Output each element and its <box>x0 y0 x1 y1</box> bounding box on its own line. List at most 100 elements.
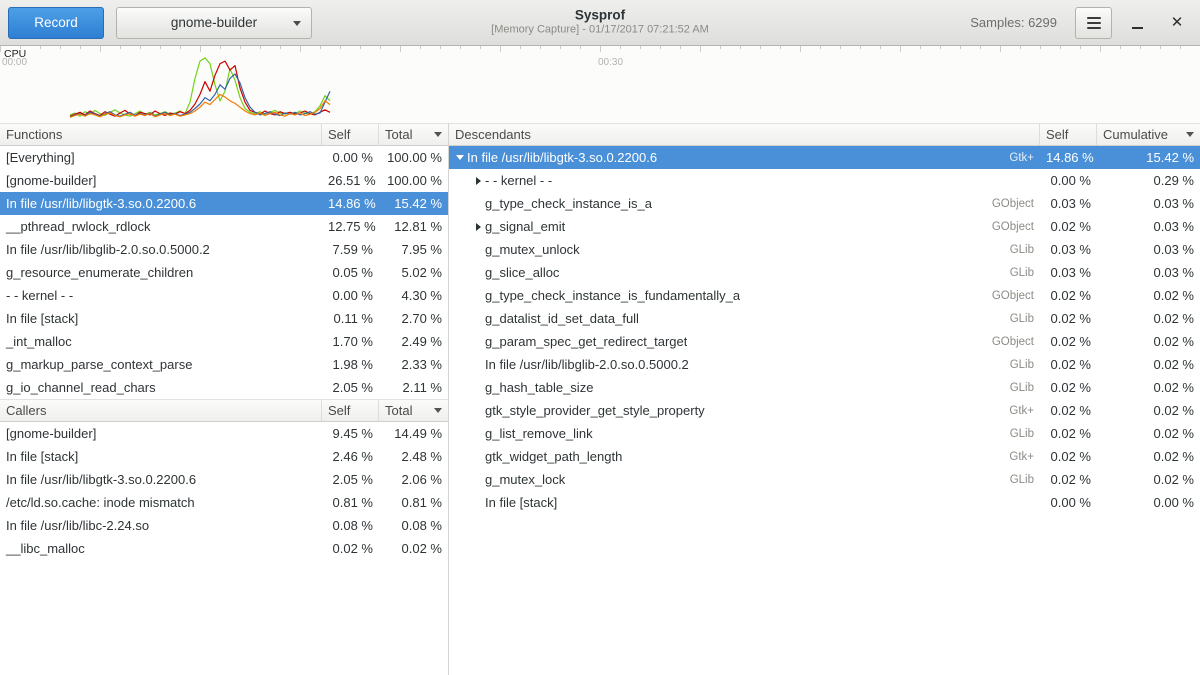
column-header-callers[interactable]: Callers <box>0 400 322 421</box>
table-row[interactable]: g_param_spec_get_redirect_target GObject… <box>449 330 1200 353</box>
expander-icon[interactable] <box>471 174 485 188</box>
total-percent: 2.11 % <box>379 380 448 395</box>
table-row[interactable]: gtk_style_provider_get_style_property Gt… <box>449 399 1200 422</box>
column-header-total-label: Total <box>385 403 412 418</box>
descendant-name-cell: g_mutex_lock GLib <box>449 472 1040 487</box>
self-percent: 0.02 % <box>1040 472 1097 487</box>
table-row[interactable]: g_type_check_instance_is_fundamentally_a… <box>449 284 1200 307</box>
column-header-total[interactable]: Total <box>379 124 448 145</box>
self-percent: 0.11 % <box>322 311 379 326</box>
cumulative-percent: 0.02 % <box>1097 380 1200 395</box>
minimize-icon <box>1132 27 1143 29</box>
column-header-total[interactable]: Total <box>379 400 448 421</box>
table-row[interactable]: g_io_channel_read_chars 2.05 % 2.11 % <box>0 376 448 399</box>
table-row[interactable]: gtk_widget_path_length Gtk+ 0.02 % 0.02 … <box>449 445 1200 468</box>
function-name: In file /usr/lib/libgtk-3.so.0.2200.6 <box>0 472 322 487</box>
table-row[interactable]: [gnome-builder] 9.45 % 14.49 % <box>0 422 448 445</box>
function-name: In file /usr/lib/libglib-2.0.so.0.5000.2 <box>485 357 689 372</box>
column-header-descendants[interactable]: Descendants <box>449 124 1040 145</box>
menu-button[interactable] <box>1075 7 1112 39</box>
total-percent: 2.06 % <box>379 472 448 487</box>
cumulative-percent: 0.02 % <box>1097 311 1200 326</box>
column-header-self[interactable]: Self <box>1040 124 1097 145</box>
record-button[interactable]: Record <box>8 7 104 39</box>
total-percent: 0.02 % <box>379 541 448 556</box>
headerbar: Record gnome-builder Sysprof [Memory Cap… <box>0 0 1200 46</box>
total-percent: 100.00 % <box>379 150 448 165</box>
table-row[interactable]: _int_malloc 1.70 % 2.49 % <box>0 330 448 353</box>
table-row[interactable]: __pthread_rwlock_rdlock 12.75 % 12.81 % <box>0 215 448 238</box>
self-percent: 0.02 % <box>1040 380 1097 395</box>
table-row[interactable]: [gnome-builder] 26.51 % 100.00 % <box>0 169 448 192</box>
table-row[interactable]: In file /usr/lib/libgtk-3.so.0.2200.6 14… <box>0 192 448 215</box>
column-header-cumulative[interactable]: Cumulative <box>1097 124 1200 145</box>
table-row[interactable]: g_mutex_unlock GLib 0.03 % 0.03 % <box>449 238 1200 261</box>
column-header-cumulative-label: Cumulative <box>1103 127 1168 142</box>
table-row[interactable]: /etc/ld.so.cache: inode mismatch 0.81 % … <box>0 491 448 514</box>
function-name: g_signal_emit <box>485 219 565 234</box>
table-row[interactable]: In file /usr/lib/libglib-2.0.so.0.5000.2… <box>449 353 1200 376</box>
table-row[interactable]: In file /usr/lib/libc-2.24.so 0.08 % 0.0… <box>0 514 448 537</box>
table-row[interactable]: g_signal_emit GObject 0.02 % 0.03 % <box>449 215 1200 238</box>
total-percent: 2.33 % <box>379 357 448 372</box>
expander-icon <box>471 266 485 280</box>
self-percent: 2.05 % <box>322 380 379 395</box>
table-row[interactable]: g_list_remove_link GLib 0.02 % 0.02 % <box>449 422 1200 445</box>
descendant-name-cell: g_list_remove_link GLib <box>449 426 1040 441</box>
column-header-functions[interactable]: Functions <box>0 124 322 145</box>
time-tick-label-mid: 00:30 <box>598 57 623 68</box>
close-button[interactable]: ✕ <box>1162 8 1192 38</box>
cumulative-percent: 0.03 % <box>1097 196 1200 211</box>
self-percent: 0.03 % <box>1040 196 1097 211</box>
descendant-name-cell: In file /usr/lib/libgtk-3.so.0.2200.6 Gt… <box>449 150 1040 165</box>
functions-table-body: [Everything] 0.00 % 100.00 % [gnome-buil… <box>0 146 448 399</box>
expander-icon[interactable] <box>453 151 467 165</box>
library-category-label: GLib <box>1000 244 1034 256</box>
self-percent: 0.03 % <box>1040 265 1097 280</box>
descendant-name-cell: In file [stack] <box>449 495 1040 510</box>
table-row[interactable]: __libc_malloc 0.02 % 0.02 % <box>0 537 448 560</box>
table-row[interactable]: g_resource_enumerate_children 0.05 % 5.0… <box>0 261 448 284</box>
descendant-name-cell: g_datalist_id_set_data_full GLib <box>449 311 1040 326</box>
expander-icon <box>471 335 485 349</box>
function-name: _int_malloc <box>0 334 322 349</box>
table-row[interactable]: - - kernel - - 0.00 % 4.30 % <box>0 284 448 307</box>
table-row[interactable]: In file [stack] 0.00 % 0.00 % <box>449 491 1200 514</box>
cumulative-percent: 0.02 % <box>1097 472 1200 487</box>
self-percent: 0.02 % <box>1040 449 1097 464</box>
expander-icon[interactable] <box>471 220 485 234</box>
table-row[interactable]: g_markup_parse_context_parse 1.98 % 2.33… <box>0 353 448 376</box>
chevron-down-icon <box>293 21 301 26</box>
table-row[interactable]: In file /usr/lib/libgtk-3.so.0.2200.6 2.… <box>0 468 448 491</box>
column-header-self[interactable]: Self <box>322 124 379 145</box>
cpu-graph[interactable]: CPU 00:00 00:30 <box>0 46 1200 123</box>
descendants-table-header: Descendants Self Cumulative <box>449 123 1200 146</box>
table-row[interactable]: g_mutex_lock GLib 0.02 % 0.02 % <box>449 468 1200 491</box>
table-row[interactable]: - - kernel - - 0.00 % 0.29 % <box>449 169 1200 192</box>
descendant-name-cell: g_mutex_unlock GLib <box>449 242 1040 257</box>
table-row[interactable]: g_slice_alloc GLib 0.03 % 0.03 % <box>449 261 1200 284</box>
table-row[interactable]: In file /usr/lib/libglib-2.0.so.0.5000.2… <box>0 238 448 261</box>
self-percent: 0.02 % <box>1040 426 1097 441</box>
table-row[interactable]: In file [stack] 0.11 % 2.70 % <box>0 307 448 330</box>
function-name: In file /usr/lib/libc-2.24.so <box>0 518 322 533</box>
self-percent: 0.02 % <box>1040 219 1097 234</box>
table-row[interactable]: g_type_check_instance_is_a GObject 0.03 … <box>449 192 1200 215</box>
process-selector-dropdown[interactable]: gnome-builder <box>116 7 312 39</box>
table-row[interactable]: In file /usr/lib/libgtk-3.so.0.2200.6 Gt… <box>449 146 1200 169</box>
library-category-label: GLib <box>1000 382 1034 394</box>
table-row[interactable]: g_hash_table_size GLib 0.02 % 0.02 % <box>449 376 1200 399</box>
column-header-self[interactable]: Self <box>322 400 379 421</box>
self-percent: 0.02 % <box>1040 334 1097 349</box>
table-row[interactable]: In file [stack] 2.46 % 2.48 % <box>0 445 448 468</box>
cumulative-percent: 0.29 % <box>1097 173 1200 188</box>
cumulative-percent: 0.02 % <box>1097 426 1200 441</box>
descendant-name-cell: g_param_spec_get_redirect_target GObject <box>449 334 1040 349</box>
total-percent: 0.81 % <box>379 495 448 510</box>
minimize-button[interactable] <box>1122 8 1152 38</box>
self-percent: 0.00 % <box>322 150 379 165</box>
samples-count: Samples: 6299 <box>970 15 1057 30</box>
table-row[interactable]: [Everything] 0.00 % 100.00 % <box>0 146 448 169</box>
self-percent: 0.03 % <box>1040 242 1097 257</box>
table-row[interactable]: g_datalist_id_set_data_full GLib 0.02 % … <box>449 307 1200 330</box>
